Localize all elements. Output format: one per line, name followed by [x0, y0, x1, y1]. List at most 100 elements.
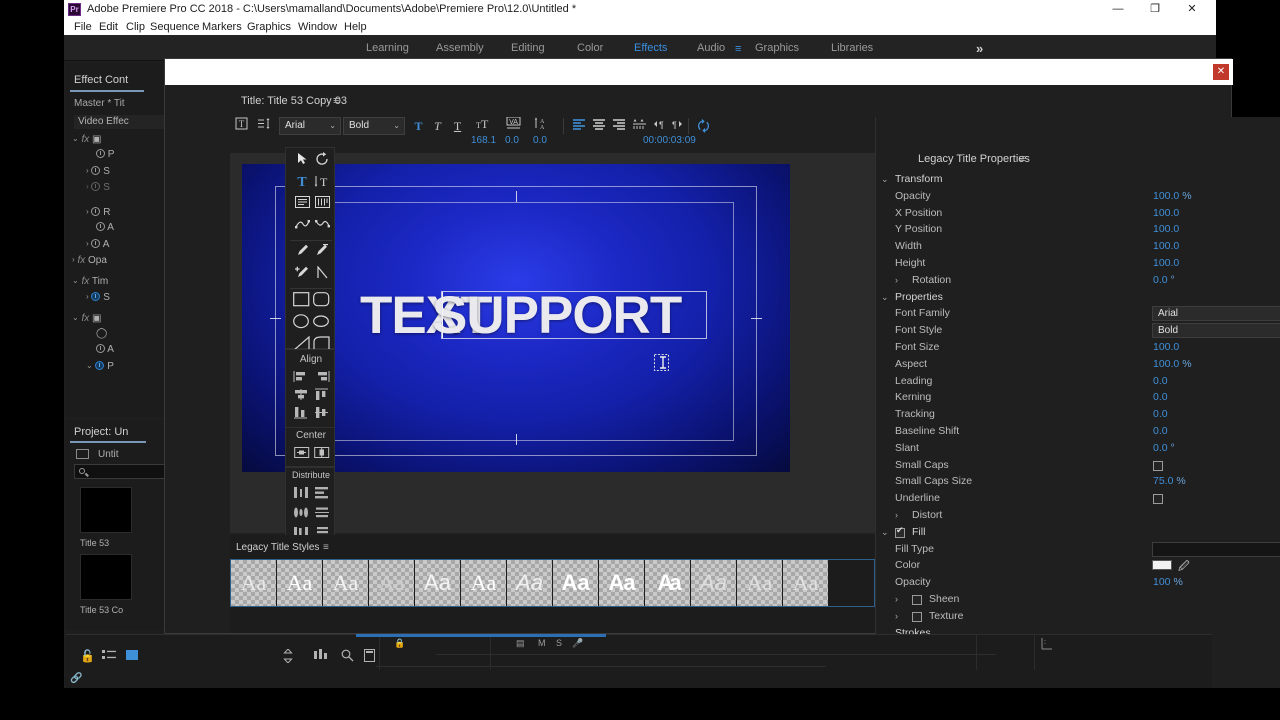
workspace-libraries[interactable]: Libraries: [831, 42, 873, 54]
style-swatch[interactable]: Aa: [737, 560, 783, 606]
style-swatch[interactable]: Aa: [461, 560, 507, 606]
workspace-menu-icon[interactable]: ≡: [735, 43, 741, 55]
chevron-right-icon[interactable]: ›: [86, 205, 89, 219]
font-size-value[interactable]: 168.1: [471, 135, 496, 146]
stopwatch-icon[interactable]: [96, 344, 105, 353]
italic-icon[interactable]: T: [429, 117, 446, 135]
style-swatch[interactable]: Aa: [323, 560, 369, 606]
property-value[interactable]: 0.0: [1153, 406, 1168, 423]
property-value[interactable]: 100.0 %: [1153, 356, 1192, 373]
delete-anchor-point-tool-icon[interactable]: [312, 244, 332, 262]
menu-window[interactable]: Window: [295, 20, 340, 34]
chevron-right-icon[interactable]: ›: [895, 608, 898, 625]
align-left-icon[interactable]: [570, 117, 587, 135]
property-group-fill[interactable]: ⌄ Fill: [876, 524, 1280, 541]
stopwatch-icon[interactable]: [95, 361, 105, 370]
new-bin-icon[interactable]: [364, 649, 375, 665]
freeform-view-icon[interactable]: [314, 649, 330, 664]
property-value[interactable]: 0.0 °: [1153, 440, 1175, 457]
kerning-icon[interactable]: VA: [505, 116, 522, 135]
menu-markers[interactable]: Markers: [199, 20, 245, 34]
property-checkbox[interactable]: [1153, 460, 1163, 471]
style-swatch[interactable]: Aa: [277, 560, 323, 606]
align-top-icon[interactable]: [314, 388, 330, 401]
property-value[interactable]: 0.0: [1153, 389, 1168, 406]
property-value[interactable]: 100 %: [1153, 574, 1183, 591]
mute-track-icon[interactable]: M: [538, 638, 546, 648]
workspace-editing[interactable]: Editing: [511, 42, 545, 54]
align-horizontal-center-icon[interactable]: [293, 388, 309, 401]
property-group-transform[interactable]: ⌄ Transform: [876, 171, 1280, 188]
lock-icon[interactable]: 🔓: [80, 649, 95, 663]
property-value[interactable]: 100.0: [1153, 255, 1179, 272]
font-family-select[interactable]: Arial ⌄: [279, 117, 341, 135]
chevron-right-icon[interactable]: ›: [72, 253, 75, 267]
leading-value[interactable]: 0.0: [533, 135, 547, 146]
underline-icon[interactable]: T: [449, 117, 466, 135]
property-value[interactable]: 0.0 °: [1153, 272, 1175, 289]
insert-left-icon[interactable]: ¶: [651, 117, 668, 135]
property-group-properties[interactable]: ⌄ Properties: [876, 289, 1280, 306]
project-search-input[interactable]: [74, 464, 166, 479]
track-target-icon[interactable]: ▤: [516, 638, 525, 649]
menu-sequence[interactable]: Sequence: [147, 20, 203, 34]
group-checkbox[interactable]: [895, 525, 905, 538]
title-timecode[interactable]: 00:00:03:09: [643, 135, 696, 146]
solo-track-icon[interactable]: S: [556, 638, 562, 648]
project-item-thumbnail[interactable]: [80, 554, 132, 600]
chevron-right-icon[interactable]: ›: [895, 507, 898, 524]
bold-icon[interactable]: T: [410, 117, 427, 135]
chevron-down-icon[interactable]: ⌄: [72, 132, 79, 146]
property-select[interactable]: Arial⌄: [1152, 306, 1280, 322]
chevron-right-icon[interactable]: ›: [895, 272, 898, 289]
minimize-button[interactable]: —: [1100, 0, 1136, 19]
type-tool-icon[interactable]: T: [292, 174, 312, 192]
property-value[interactable]: 0.0: [1153, 373, 1168, 390]
close-button[interactable]: ✕: [1174, 0, 1210, 19]
property-checkbox[interactable]: [1153, 494, 1163, 505]
property-select[interactable]: Bold⌄: [1152, 323, 1280, 339]
property-checkbox[interactable]: [912, 595, 922, 605]
stopwatch-icon[interactable]: [96, 222, 105, 231]
property-value[interactable]: 100.0: [1153, 238, 1179, 255]
menu-help[interactable]: Help: [341, 20, 370, 34]
property-value[interactable]: 75.0 %: [1153, 473, 1186, 490]
property-value[interactable]: 100.0: [1153, 221, 1179, 238]
pen-tool-icon[interactable]: [292, 244, 312, 262]
menu-graphics[interactable]: Graphics: [244, 20, 294, 34]
distribute-horizontal-center-icon[interactable]: [293, 506, 309, 519]
workspace-assembly[interactable]: Assembly: [436, 42, 484, 54]
style-swatch[interactable]: Aa: [415, 560, 461, 606]
kerning-value[interactable]: 0.0: [505, 135, 519, 146]
styles-panel-tab[interactable]: Legacy Title Styles: [236, 542, 319, 553]
chevron-right-icon[interactable]: ›: [86, 180, 89, 194]
list-view-icon[interactable]: [102, 649, 116, 664]
voice-record-icon[interactable]: 🎤: [572, 638, 583, 649]
insert-right-icon[interactable]: ¶: [669, 117, 686, 135]
styles-panel-menu-icon[interactable]: ≡: [323, 542, 329, 553]
stopwatch-icon[interactable]: [96, 149, 105, 158]
chevron-right-icon[interactable]: ›: [895, 591, 898, 608]
search-icon[interactable]: [341, 649, 354, 665]
chevron-down-icon[interactable]: ⌄: [881, 524, 889, 541]
effect-controls-tab[interactable]: Effect Cont: [74, 74, 128, 86]
workspace-overflow-icon[interactable]: »: [976, 41, 983, 56]
roll-crawl-options-icon[interactable]: 🗘: [695, 117, 712, 135]
chevron-down-icon[interactable]: ⌄: [86, 359, 93, 373]
align-right-icon[interactable]: [610, 117, 627, 135]
style-swatch[interactable]: Aa: [553, 560, 599, 606]
distribute-top-icon[interactable]: [314, 486, 330, 499]
menu-clip[interactable]: Clip: [123, 20, 148, 34]
align-left-icon[interactable]: [293, 370, 309, 383]
style-swatch[interactable]: Aa: [645, 560, 691, 606]
property-value[interactable]: 100.0: [1153, 205, 1179, 222]
workspace-learning[interactable]: Learning: [366, 42, 409, 54]
property-value[interactable]: 100.0: [1153, 339, 1179, 356]
style-swatch[interactable]: Aa: [231, 560, 277, 606]
property-value[interactable]: 0.0: [1153, 423, 1168, 440]
rounded-corner-rectangle-tool-icon[interactable]: [311, 314, 331, 332]
link-icon[interactable]: 🔗: [70, 673, 82, 684]
stopwatch-icon[interactable]: [91, 239, 101, 248]
distribute-left-icon[interactable]: [293, 486, 309, 499]
title-panel-menu-icon[interactable]: ≡: [333, 95, 339, 107]
